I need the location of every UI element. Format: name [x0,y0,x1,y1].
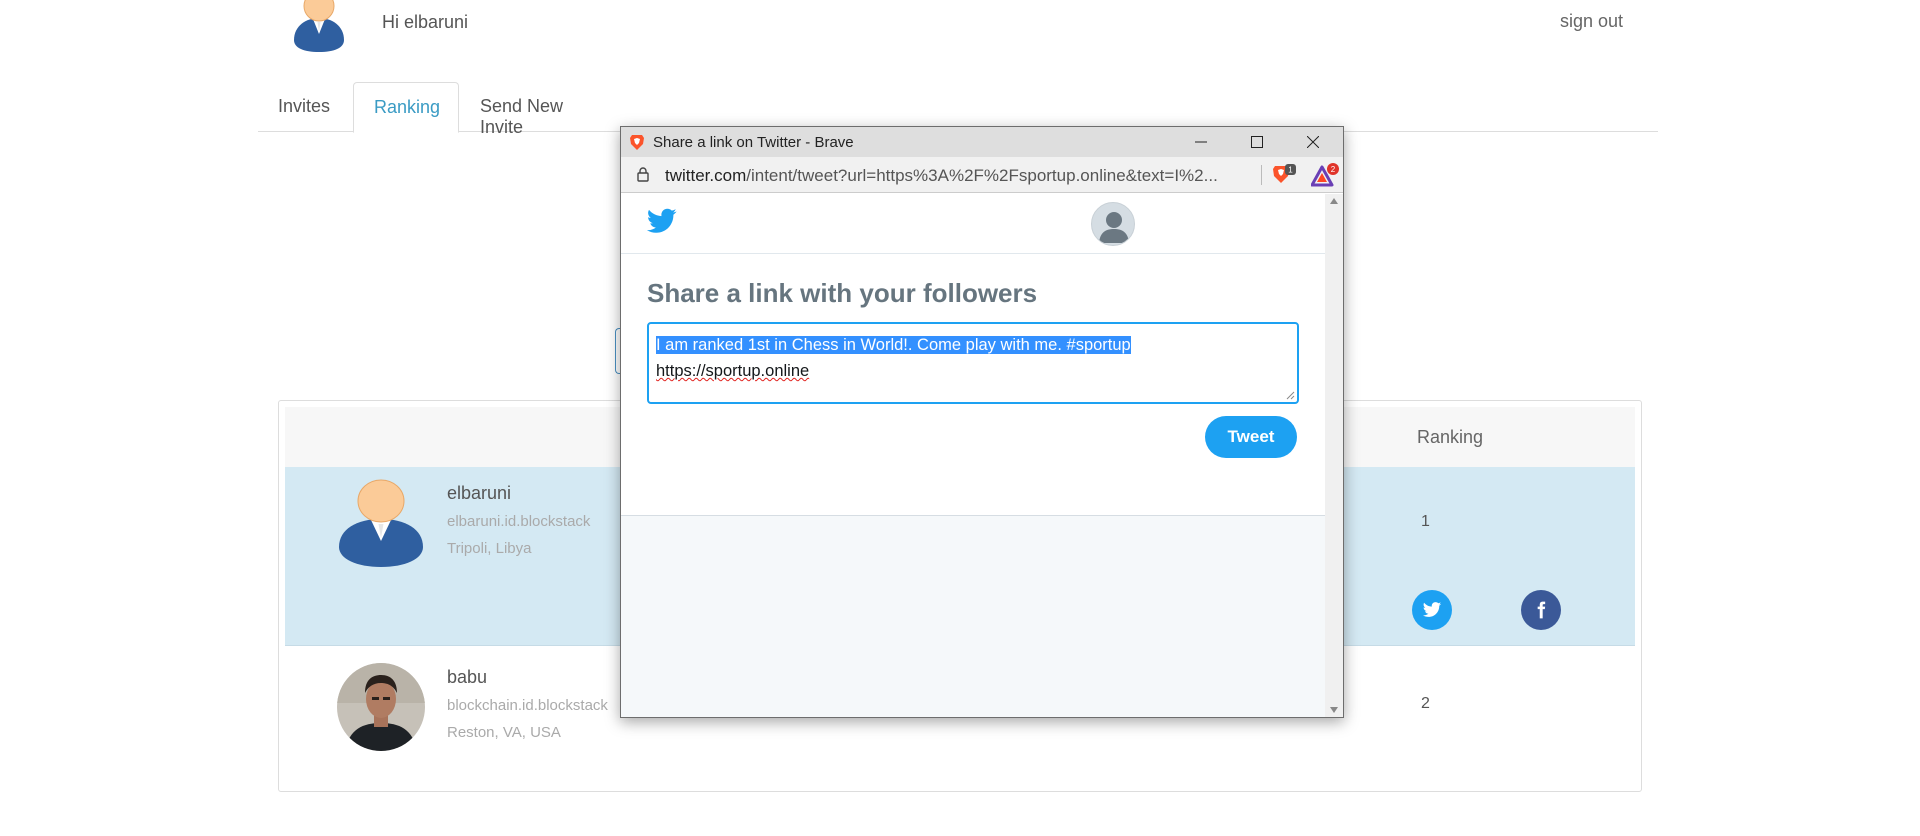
player-name: elbaruni [447,483,512,503]
tweet-button[interactable]: Tweet [1205,416,1297,458]
window-title: Share a link on Twitter - Brave [653,134,854,151]
twitter-user-avatar[interactable] [1091,202,1135,246]
ranking-column-header: Ranking [1417,427,1484,447]
tab-bar: Invites Ranking Send New Invite [258,82,1658,137]
sign-out-link[interactable]: sign out [1560,11,1623,32]
tweet-text-line-2: https://sportup.online [656,362,810,380]
url-divider [1261,165,1262,185]
user-avatar [292,0,346,52]
twitter-intent-page: Share a link with your followers I am ra… [621,194,1325,717]
player-location: Reston, VA, USA [447,724,561,741]
rewards-badge: 2 [1331,165,1336,174]
share-heading: Share a link with your followers [647,278,1038,308]
maximize-button[interactable] [1229,127,1285,157]
facebook-icon [1537,601,1546,619]
player-rank: 2 [1421,695,1430,712]
address-bar[interactable]: twitter.com/intent/tweet?url=https%3A%2F… [621,157,1343,193]
brave-rewards-icon[interactable]: 2 [1311,163,1339,189]
player-avatar [337,479,425,567]
twitter-footer-area [621,515,1325,717]
vertical-scrollbar[interactable] [1325,194,1343,717]
minimize-button[interactable] [1173,127,1229,157]
brave-shields-icon[interactable]: 1 [1271,163,1297,189]
default-user-icon [1099,212,1129,243]
scroll-down-arrow-icon[interactable] [1330,707,1338,713]
url-path: /intent/tweet?url=https%3A%2F%2Fsportup.… [746,166,1218,185]
player-handle: blockchain.id.blockstack [447,697,608,714]
greeting-text: Hi elbaruni [382,12,469,32]
url-text[interactable]: twitter.com/intent/tweet?url=https%3A%2F… [665,166,1255,186]
maximize-icon [1251,136,1263,148]
minimize-icon [1195,141,1207,143]
lock-icon [637,167,649,182]
player-handle: elbaruni.id.blockstack [447,513,591,530]
twitter-top-bar [621,194,1325,254]
twitter-bird-icon[interactable] [647,208,677,234]
share-facebook-button[interactable] [1521,590,1561,630]
player-name: babu [447,667,488,687]
tweet-text-line-1: I am ranked 1st in Chess in World!. Come… [656,336,1131,354]
tab-ranking[interactable]: Ranking [353,82,459,133]
player-location: Tripoli, Libya [447,540,532,557]
player-rank: 1 [1421,513,1430,530]
twitter-icon [1422,602,1442,617]
tweet-textarea[interactable]: I am ranked 1st in Chess in World!. Come… [647,322,1299,404]
scroll-up-arrow-icon[interactable] [1330,198,1338,204]
tab-send-new-invite[interactable]: Send New Invite [460,82,630,137]
share-twitter-button[interactable] [1412,590,1452,630]
shield-badge: 1 [1288,166,1293,175]
close-button[interactable] [1285,127,1341,157]
player-avatar [337,663,425,751]
close-icon [1307,136,1319,148]
url-domain: twitter.com [665,166,747,185]
twitter-share-popup-window: Share a link on Twitter - Brave twitter.… [620,126,1344,718]
tab-invites[interactable]: Invites [258,82,352,132]
window-title-bar[interactable]: Share a link on Twitter - Brave [621,127,1343,157]
resize-grip-icon[interactable] [1286,391,1295,400]
brave-logo-icon [630,135,644,150]
